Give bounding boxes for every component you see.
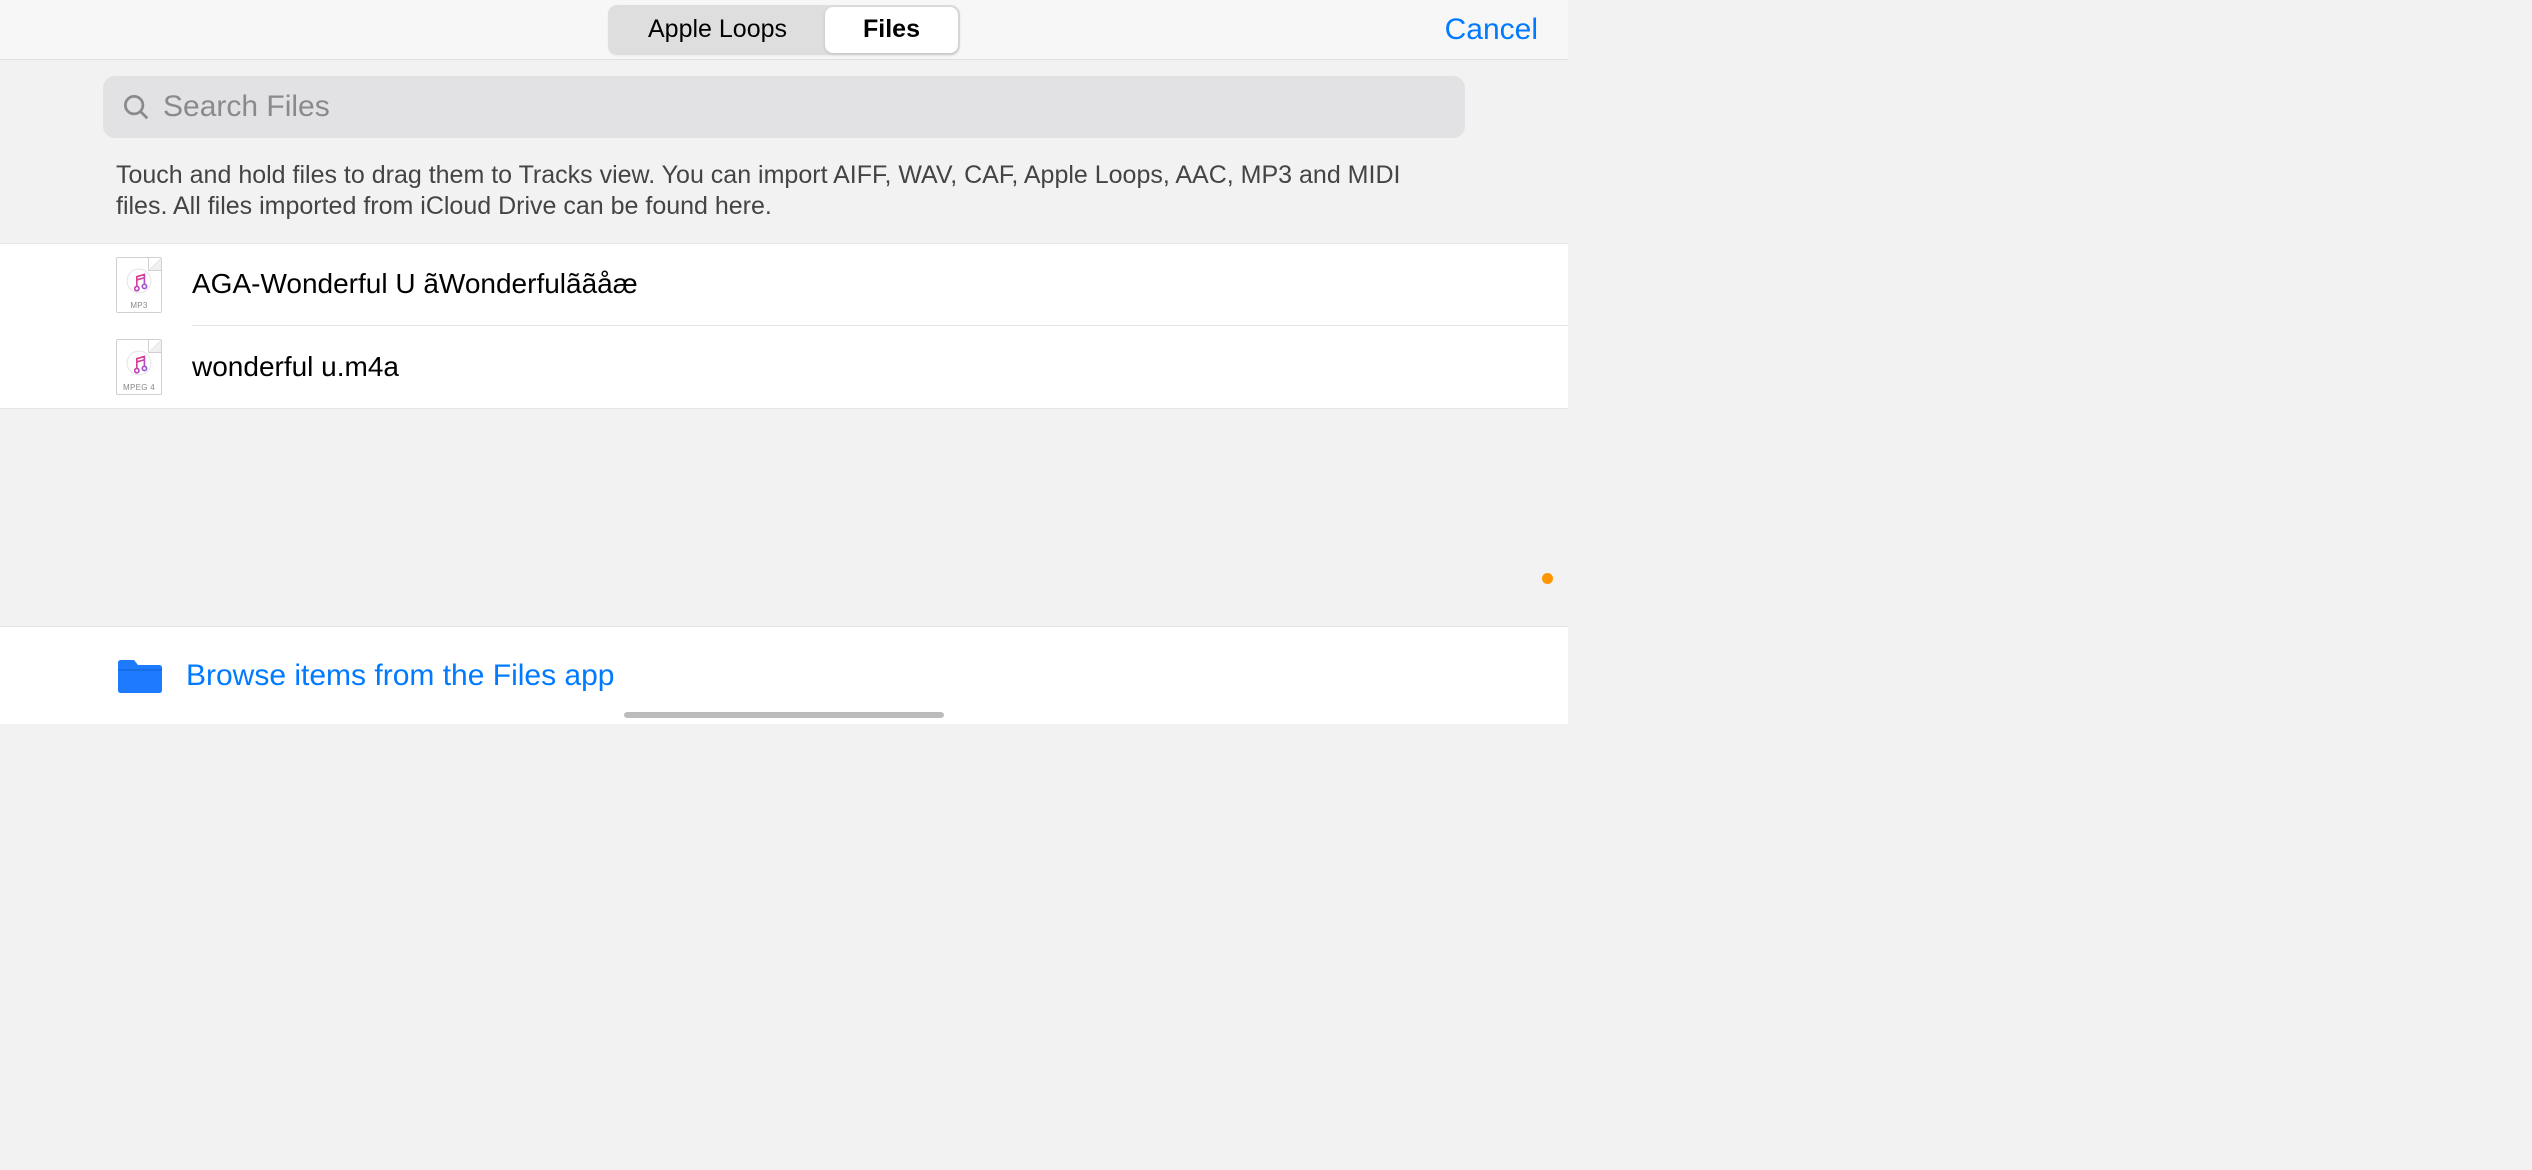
home-indicator[interactable] (624, 712, 944, 718)
file-type-label: MP3 (117, 301, 161, 310)
search-container (0, 60, 1568, 148)
help-text: Touch and hold files to drag them to Tra… (0, 148, 1568, 243)
cancel-button[interactable]: Cancel (1445, 13, 1538, 47)
file-name: AGA-Wonderful U ãWonderfulããåæ (192, 268, 638, 300)
audio-file-icon: MP3 (116, 257, 162, 313)
content-area: Touch and hold files to drag them to Tra… (0, 60, 1568, 409)
segmented-control: Apple Loops Files (608, 5, 960, 55)
file-name: wonderful u.m4a (192, 351, 399, 383)
file-list: MP3 AGA-Wonderful U ãWonderfulããåæ (0, 243, 1568, 409)
header-bar: Apple Loops Files Cancel (0, 0, 1568, 60)
browse-files-link[interactable]: Browse items from the Files app (186, 659, 614, 693)
file-row[interactable]: MP3 AGA-Wonderful U ãWonderfulããåæ (0, 244, 1568, 326)
tab-apple-loops[interactable]: Apple Loops (610, 7, 825, 53)
footer-bar: Browse items from the Files app (0, 626, 1568, 724)
search-field[interactable] (103, 76, 1465, 138)
tab-files[interactable]: Files (825, 7, 958, 53)
search-icon (121, 92, 151, 122)
file-type-label: MPEG 4 (117, 383, 161, 392)
file-row[interactable]: MPEG 4 wonderful u.m4a (0, 326, 1568, 408)
folder-icon (116, 657, 164, 695)
search-input[interactable] (163, 90, 1447, 124)
audio-file-icon: MPEG 4 (116, 339, 162, 395)
microphone-indicator-dot (1542, 573, 1553, 584)
